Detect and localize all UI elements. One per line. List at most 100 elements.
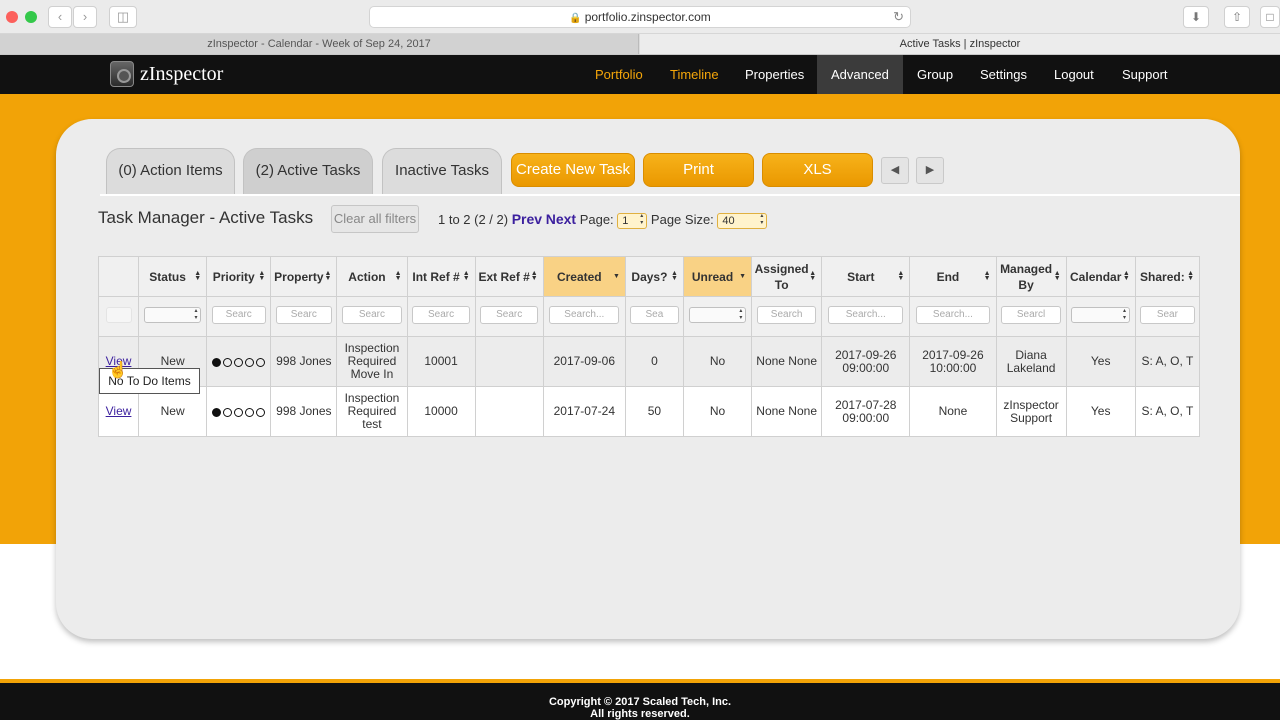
prev-page-link[interactable]: Prev: [512, 211, 542, 227]
property-filter-input[interactable]: Searc: [275, 306, 332, 324]
back-arrow-icon[interactable]: ‹: [48, 6, 72, 28]
nav-settings[interactable]: Settings: [966, 55, 1041, 94]
days-filter-input[interactable]: Sea: [629, 306, 679, 324]
col-header-priority[interactable]: Priority ▲ ▼: [206, 256, 272, 297]
priority-rating[interactable]: [211, 404, 266, 419]
triangle-left-icon[interactable]: ◀: [881, 157, 909, 184]
page-size-select[interactable]: 40: [717, 212, 768, 229]
nav-support[interactable]: Support: [1108, 55, 1182, 94]
col-header-status[interactable]: Status ▲ ▼: [138, 256, 208, 297]
download-icon[interactable]: ⬇: [1183, 6, 1209, 28]
app-logo[interactable]: zInspector: [140, 63, 223, 86]
property-cell: 998 Jones: [270, 386, 338, 437]
tab-inactive-tasks[interactable]: Inactive Tasks: [382, 148, 502, 194]
clear-filters-button[interactable]: Clear all filters: [331, 205, 419, 233]
col-header-label: Int Ref #: [412, 269, 460, 284]
assigned-filter-input[interactable]: Search: [756, 306, 817, 324]
triangle-right-icon[interactable]: ▶: [916, 157, 944, 184]
sort-icon: ▲ ▼: [394, 270, 402, 282]
sort-icon: ▲ ▼: [671, 270, 678, 282]
col-header-days[interactable]: Days? ▲ ▼: [624, 256, 684, 297]
next-page-link[interactable]: Next: [546, 211, 576, 227]
managed-by-filter-input[interactable]: Searcl: [1001, 306, 1061, 324]
col-header-assigned-to[interactable]: Assigned To ▲ ▼: [751, 256, 823, 297]
end-cell: 2017-09-26 10:00:00: [909, 336, 997, 387]
nav-logout[interactable]: Logout: [1040, 55, 1108, 94]
view-cell: View: [97, 386, 140, 437]
nav-portfolio[interactable]: Portfolio: [581, 55, 657, 94]
priority-cell: [206, 336, 272, 387]
create-task-button[interactable]: Create New Task: [511, 153, 635, 187]
nav-timeline[interactable]: Timeline: [656, 55, 733, 94]
pager: 1 to 2 (2 / 2) Prev Next Page: 1 Page Si…: [438, 211, 768, 229]
browser-tab-active-tasks[interactable]: Active Tasks | zInspector: [640, 34, 1280, 54]
tab-active-tasks[interactable]: (2) Active Tasks: [243, 148, 373, 194]
view-link[interactable]: View: [106, 404, 132, 418]
priority-filter-input[interactable]: Searc: [211, 306, 266, 324]
col-header-property[interactable]: Property ▲ ▼: [270, 256, 338, 297]
priority-dot-empty-icon: [245, 357, 255, 367]
ext-ref-filter-input[interactable]: Searc: [480, 306, 539, 324]
browser-tab-calendar[interactable]: zInspector - Calendar - Week of Sep 24, …: [0, 34, 639, 54]
status-filter-select[interactable]: [143, 307, 202, 323]
created-filter-input[interactable]: Search...: [549, 306, 620, 324]
reload-icon[interactable]: ↻: [893, 7, 904, 27]
tabs-overview-icon[interactable]: □: [1260, 6, 1280, 28]
table-row[interactable]: View New 998 Jones Inspection Required M…: [97, 336, 1201, 387]
calendar-cell: Yes: [1065, 336, 1136, 387]
filter-cell: Searc: [406, 296, 476, 337]
int-ref-filter-input[interactable]: Searc: [412, 306, 470, 324]
col-header-end[interactable]: End ▲ ▼: [909, 256, 997, 297]
col-header-shared[interactable]: Shared: ▲ ▼: [1134, 256, 1201, 297]
col-header-view: [97, 256, 140, 297]
col-header-action[interactable]: Action ▲ ▼: [336, 256, 408, 297]
page-size-label: Page Size:: [650, 212, 714, 227]
action-filter-input[interactable]: Searc: [342, 306, 402, 324]
sidebar-icon[interactable]: ◫: [109, 6, 137, 28]
close-window-button[interactable]: [6, 11, 18, 23]
nav-group[interactable]: Group: [903, 55, 967, 94]
col-header-label: Ext Ref #: [478, 269, 530, 284]
nav-advanced[interactable]: Advanced: [817, 55, 903, 94]
share-icon[interactable]: ⇧: [1224, 6, 1250, 28]
xls-button[interactable]: XLS: [762, 153, 873, 187]
col-header-label: Priority: [212, 269, 255, 284]
shared-filter-input[interactable]: Sear: [1140, 306, 1195, 324]
address-bar[interactable]: 🔒 portfolio.zinspector.com ↻: [369, 6, 911, 28]
col-header-created[interactable]: Created ▼: [542, 256, 626, 297]
end-filter-input[interactable]: Search...: [916, 306, 990, 324]
days-cell: 50: [624, 386, 684, 437]
col-header-label: Assigned To: [754, 261, 809, 292]
page-select[interactable]: 1: [617, 212, 648, 229]
filter-cell: [682, 296, 753, 337]
table-row[interactable]: View New 998 Jones Inspection Required t…: [97, 386, 1201, 437]
calendar-filter-select[interactable]: [1071, 307, 1130, 323]
sort-icon: ▲ ▼: [258, 270, 266, 282]
col-header-calendar[interactable]: Calendar ▲ ▼: [1065, 256, 1136, 297]
col-header-unread[interactable]: Unread ▼: [682, 256, 753, 297]
print-button[interactable]: Print: [643, 153, 754, 187]
start-filter-input[interactable]: Search...: [828, 306, 904, 324]
col-header-start[interactable]: Start ▲ ▼: [821, 256, 911, 297]
col-header-label: Action: [348, 269, 386, 284]
sort-icon: ▲ ▼: [1053, 270, 1061, 282]
maximize-window-button[interactable]: [25, 11, 37, 23]
page-title: Task Manager - Active Tasks: [98, 208, 314, 227]
col-header-label: Start: [847, 269, 875, 284]
priority-rating[interactable]: [211, 354, 266, 369]
priority-dot-empty-icon: [223, 407, 233, 417]
col-header-int-ref[interactable]: Int Ref # ▲ ▼: [406, 256, 476, 297]
rights-text: All rights reserved.: [590, 708, 690, 720]
col-header-managed-by[interactable]: Managed By ▲ ▼: [995, 256, 1067, 297]
unread-filter-select[interactable]: [688, 307, 747, 323]
shared-cell: S: A, O, T: [1134, 386, 1201, 437]
unread-cell: No: [682, 336, 753, 387]
tab-action-items[interactable]: (0) Action Items: [106, 148, 235, 194]
sort-icon: ▲ ▼: [194, 270, 202, 282]
nav-properties[interactable]: Properties: [731, 55, 818, 94]
filter-cell: Sear: [1134, 296, 1201, 337]
url-text: portfolio.zinspector.com: [584, 10, 711, 24]
forward-arrow-icon[interactable]: ›: [73, 6, 97, 28]
col-header-ext-ref[interactable]: Ext Ref # ▲ ▼: [474, 256, 544, 297]
status-cell: New: [138, 386, 208, 437]
